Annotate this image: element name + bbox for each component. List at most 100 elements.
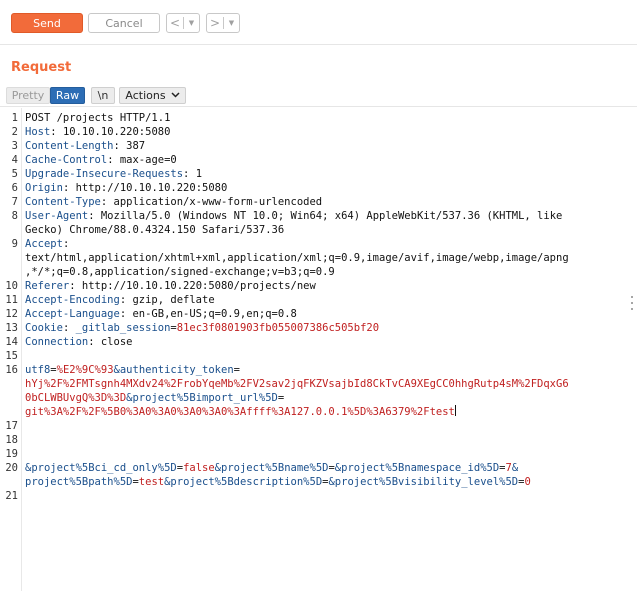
param-name: project%5Bci_cd_only%5D (31, 462, 177, 474)
line-content: Content-Type: application/x-www-form-url… (25, 195, 322, 209)
line-number: 3 (11, 140, 18, 152)
tabs-divider (0, 106, 637, 107)
code-text: = (233, 364, 240, 376)
param-value: git%3A%2F%2F%5B0%3A0%3A0%3A0%3A0%3Affff%… (25, 406, 455, 418)
code-text: : en-GB,en-US;q=0.9,en;q=0.8 (119, 308, 297, 320)
actions-menu-button[interactable]: Actions (119, 87, 186, 104)
code-text: : max-age=0 (107, 154, 177, 166)
line-content: Origin: http://10.10.10.220:5080 (25, 181, 227, 195)
show-newlines-button[interactable]: \n (91, 87, 115, 104)
view-tabs: Pretty Raw \n Actions (0, 85, 637, 105)
line-number: 4 (11, 154, 18, 166)
editor-line[interactable]: text/html,application/xhtml+xml,applicat… (0, 251, 630, 265)
line-content: Cache-Control: max-age=0 (25, 153, 177, 167)
line-number: 17 (5, 420, 18, 432)
header-name: Accept (25, 238, 63, 250)
editor-line[interactable]: 11 Accept-Encoding: gzip, deflate (0, 293, 630, 307)
editor-line[interactable]: 10 Referer: http://10.10.10.220:5080/proj… (0, 279, 630, 293)
header-name: User-Agent (25, 210, 89, 222)
param-name: utf8 (25, 364, 51, 376)
line-content: User-Agent: Mozilla/5.0 (Windows NT 10.0… (25, 209, 562, 223)
editor-line[interactable]: 9 Accept: (0, 237, 630, 251)
editor-line[interactable]: 5 Upgrade-Insecure-Requests: 1 (0, 167, 630, 181)
param-value: %E2%9C%93 (56, 364, 114, 376)
editor-line[interactable]: 6 Origin: http://10.10.10.220:5080 (0, 181, 630, 195)
triangle-down-icon[interactable]: ▼ (224, 19, 239, 27)
line-content: utf8=%E2%9C%93&authenticity_token= (25, 363, 240, 377)
param-value: hYj%2F%2FMTsgnh4MXdv24%2FrobYqeMb%2FV2sa… (25, 378, 569, 390)
history-forward-button[interactable]: > ▼ (206, 13, 240, 33)
editor-line[interactable]: 14 Connection: close (0, 335, 630, 349)
editor-line[interactable]: Gecko) Chrome/88.0.4324.150 Safari/537.3… (0, 223, 630, 237)
line-number: 13 (5, 322, 18, 334)
line-content: Connection: close (25, 335, 132, 349)
line-number: 6 (11, 182, 18, 194)
toolbar-divider (0, 44, 637, 45)
line-number: 12 (5, 308, 18, 320)
drag-handle-icon[interactable] (631, 296, 634, 310)
chevron-down-icon (171, 91, 180, 101)
cancel-button[interactable]: Cancel (88, 13, 160, 33)
line-content: Cookie: _gitlab_session=81ec3f0801903fb0… (25, 321, 379, 335)
editor-line[interactable]: 8 User-Agent: Mozilla/5.0 (Windows NT 10.… (0, 209, 630, 223)
editor-line[interactable]: 15 (0, 349, 630, 363)
code-text: POST /projects HTTP/1.1 (25, 112, 171, 124)
editor-line[interactable]: 0bCLWBUvgQ%3D%3D&project%5Bimport_url%5D… (0, 391, 630, 405)
param-value: 0bCLWBUvgQ%3D%3D (25, 392, 127, 404)
editor-line[interactable]: 19 (0, 447, 630, 461)
line-content: Content-Length: 387 (25, 139, 145, 153)
editor-line[interactable]: 18 (0, 433, 630, 447)
line-content: Accept-Encoding: gzip, deflate (25, 293, 215, 307)
line-content: Upgrade-Insecure-Requests: 1 (25, 167, 202, 181)
code-text: : application/x-www-form-urlencoded (100, 196, 323, 208)
code-text: : close (88, 336, 133, 348)
line-number: 18 (5, 434, 18, 446)
header-name: Cache-Control (25, 154, 108, 166)
header-name: Referer (25, 280, 70, 292)
line-number: 21 (5, 490, 18, 502)
line-content: text/html,application/xhtml+xml,applicat… (25, 251, 569, 265)
code-text: : 10.10.10.220:5080 (50, 126, 171, 138)
editor-line[interactable]: 21 (0, 489, 630, 503)
editor-line[interactable]: 4 Cache-Control: max-age=0 (0, 153, 630, 167)
editor-line[interactable]: project%5Bpath%5D=test&project%5Bdescrip… (0, 475, 630, 489)
editor-line[interactable]: 2 Host: 10.10.10.220:5080 (0, 125, 630, 139)
param-name: project%5Bdescription%5D (170, 476, 323, 488)
tab-pretty[interactable]: Pretty (6, 87, 50, 104)
line-number: 14 (5, 336, 18, 348)
editor-line[interactable]: git%3A%2F%2F%5B0%3A0%3A0%3A0%3A0%3Affff%… (0, 405, 630, 419)
chevron-right-icon: > (209, 16, 221, 30)
param-name: authenticity_token (119, 364, 234, 376)
editor-line[interactable]: 20 &project%5Bci_cd_only%5D=false&project… (0, 461, 630, 475)
header-name: Upgrade-Insecure-Requests (25, 168, 184, 180)
code-text: Gecko) Chrome/88.0.4324.150 Safari/537.3… (25, 224, 285, 236)
param-name: project%5Bname%5D (221, 462, 329, 474)
send-button[interactable]: Send (11, 13, 83, 33)
editor-line[interactable]: hYj%2F%2FMTsgnh4MXdv24%2FrobYqeMb%2FV2sa… (0, 377, 630, 391)
param-value: false (183, 462, 215, 474)
editor-line[interactable]: 7 Content-Type: application/x-www-form-ur… (0, 195, 630, 209)
triangle-down-icon[interactable]: ▼ (184, 19, 199, 27)
line-content: Accept: (25, 237, 69, 251)
chevron-left-icon: < (169, 16, 181, 30)
code-text: ,*/*;q=0.8,application/signed-exchange;v… (25, 266, 335, 278)
editor-line[interactable]: ,*/*;q=0.8,application/signed-exchange;v… (0, 265, 630, 279)
line-content: git%3A%2F%2F%5B0%3A0%3A0%3A0%3A0%3Affff%… (25, 405, 456, 419)
line-content: project%5Bpath%5D=test&project%5Bdescrip… (25, 475, 531, 489)
history-back-button[interactable]: < ▼ (166, 13, 200, 33)
editor-line[interactable]: 1 POST /projects HTTP/1.1 (0, 111, 630, 125)
header-name: Accept-Language (25, 308, 120, 320)
line-content: Host: 10.10.10.220:5080 (25, 125, 170, 139)
editor-line[interactable]: 3 Content-Length: 387 (0, 139, 630, 153)
editor-line[interactable]: 16 utf8=%E2%9C%93&authenticity_token= (0, 363, 630, 377)
editor-line[interactable]: 13 Cookie: _gitlab_session=81ec3f0801903f… (0, 321, 630, 335)
tab-raw[interactable]: Raw (50, 87, 85, 104)
param-name: _gitlab_session (75, 322, 171, 334)
code-text: : Mozilla/5.0 (Windows NT 10.0; Win64; x… (88, 210, 563, 222)
header-name: Accept-Encoding (25, 294, 120, 306)
raw-request-editor[interactable]: 1 POST /projects HTTP/1.1 2 Host: 10.10.10.… (0, 108, 637, 591)
code-text: text/html,application/xhtml+xml,applicat… (25, 252, 569, 264)
param-separator: & (511, 462, 519, 474)
editor-line[interactable]: 17 (0, 419, 630, 433)
editor-line[interactable]: 12 Accept-Language: en-GB,en-US;q=0.9,en;… (0, 307, 630, 321)
